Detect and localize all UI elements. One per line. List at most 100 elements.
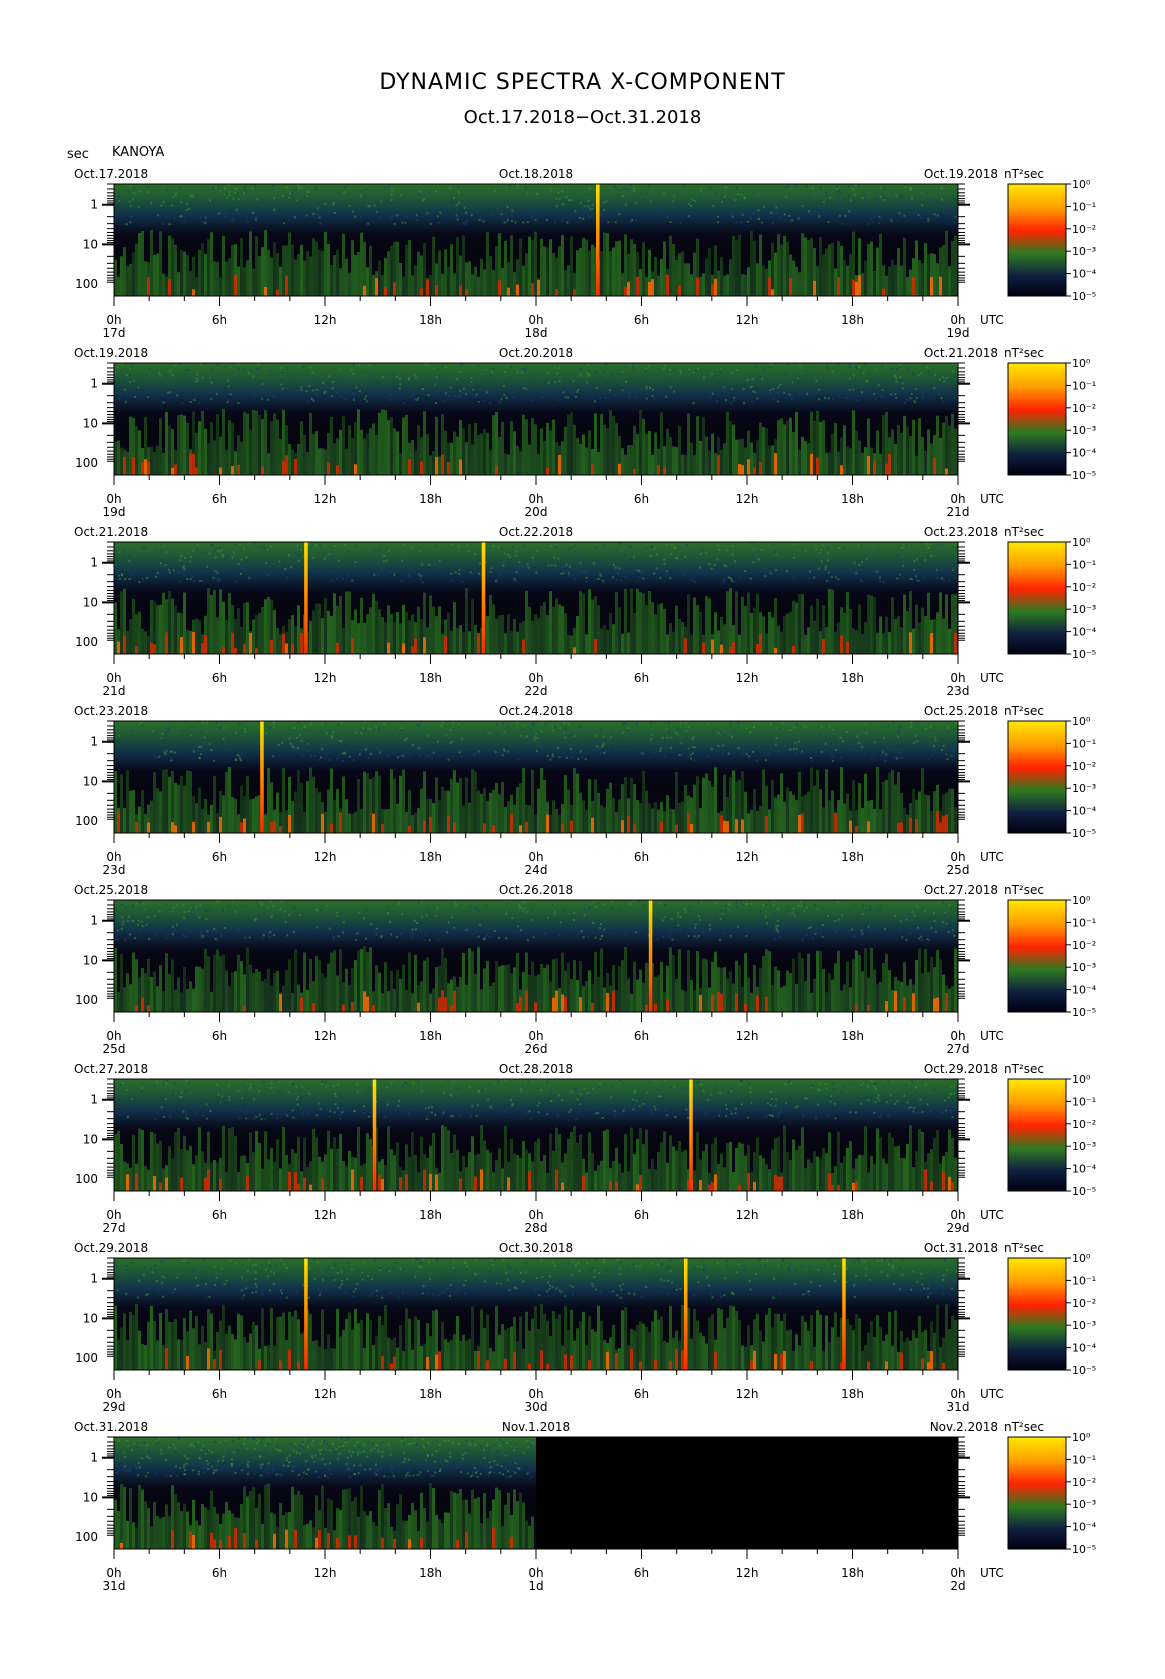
activity-red	[282, 633, 285, 654]
noise-pixel	[502, 385, 505, 388]
noise-pixel	[121, 923, 124, 926]
noise-pixel	[204, 216, 207, 219]
activity-streak	[768, 611, 771, 654]
noise-pixel	[686, 377, 689, 380]
noise-pixel	[831, 398, 834, 401]
noise-pixel	[280, 380, 283, 383]
noise-pixel	[466, 196, 469, 199]
activity-streak	[678, 426, 681, 475]
activity-streak	[894, 265, 897, 296]
noise-pixel	[190, 918, 193, 921]
noise-pixel	[453, 562, 456, 565]
noise-pixel	[727, 752, 730, 755]
noise-pixel	[928, 939, 931, 942]
noise-pixel	[127, 391, 130, 394]
noise-pixel	[817, 734, 820, 737]
activity-streak	[198, 421, 201, 475]
noise-pixel	[752, 381, 755, 384]
noise-pixel	[320, 909, 323, 912]
activity-streak	[537, 453, 540, 475]
noise-pixel	[844, 197, 847, 200]
noise-pixel	[767, 752, 770, 755]
noise-pixel	[535, 209, 538, 212]
noise-pixel	[584, 758, 587, 761]
activity-red	[144, 459, 147, 475]
activity-streak	[777, 625, 780, 654]
noise-pixel	[504, 221, 507, 224]
noise-pixel	[678, 753, 681, 756]
noise-pixel	[883, 198, 886, 201]
noise-pixel	[172, 906, 175, 909]
noise-pixel	[730, 914, 733, 917]
noise-pixel	[319, 756, 322, 759]
activity-streak	[120, 256, 123, 296]
noise-pixel	[221, 553, 224, 556]
noise-pixel	[120, 370, 123, 373]
activity-streak	[519, 451, 522, 475]
noise-pixel	[146, 576, 149, 579]
noise-pixel	[209, 908, 212, 911]
activity-streak	[183, 251, 186, 296]
activity-streak	[117, 440, 120, 475]
activity-streak	[684, 263, 687, 296]
noise-pixel	[232, 197, 235, 200]
activity-red	[519, 825, 522, 833]
activity-streak	[474, 266, 477, 296]
noise-pixel	[756, 397, 759, 400]
activity-streak	[780, 244, 783, 296]
noise-pixel	[486, 933, 489, 936]
noise-pixel	[887, 1080, 890, 1083]
activity-red	[276, 289, 279, 296]
activity-streak	[606, 789, 609, 833]
noise-pixel	[285, 186, 288, 189]
noise-pixel	[743, 743, 746, 746]
noise-pixel	[768, 365, 771, 368]
x-day-label-right: 21d	[947, 505, 970, 519]
panel-date-left: Oct.17.2018	[74, 167, 148, 181]
activity-streak	[189, 270, 192, 296]
noise-pixel	[393, 573, 396, 576]
activity-red	[435, 457, 438, 475]
noise-pixel	[401, 221, 404, 224]
activity-streak	[324, 977, 327, 1012]
noise-pixel	[853, 561, 856, 564]
noise-pixel	[863, 569, 866, 572]
activity-streak	[414, 450, 417, 475]
activity-streak	[654, 432, 657, 475]
activity-streak	[912, 788, 915, 833]
noise-pixel	[550, 919, 553, 922]
noise-pixel	[625, 933, 628, 936]
noise-pixel	[826, 914, 829, 917]
noise-pixel	[862, 197, 865, 200]
noise-pixel	[952, 370, 955, 373]
activity-streak	[315, 787, 318, 833]
noise-pixel	[418, 193, 421, 196]
noise-pixel	[132, 734, 135, 737]
activity-streak	[705, 773, 708, 833]
noise-pixel	[801, 938, 804, 941]
activity-streak	[513, 618, 516, 654]
noise-pixel	[509, 571, 512, 574]
noise-pixel	[122, 376, 125, 379]
activity-streak	[630, 588, 633, 654]
noise-pixel	[907, 383, 910, 386]
noise-pixel	[380, 934, 383, 937]
noise-pixel	[368, 756, 371, 759]
activity-red	[801, 813, 804, 833]
activity-streak	[597, 452, 600, 475]
noise-pixel	[721, 200, 724, 203]
activity-red	[696, 277, 699, 296]
noise-pixel	[811, 1106, 814, 1109]
noise-pixel	[306, 190, 309, 193]
activity-streak	[228, 420, 231, 475]
activity-streak	[564, 775, 567, 833]
noise-pixel	[901, 387, 904, 390]
noise-pixel	[603, 544, 606, 547]
activity-streak	[699, 440, 702, 475]
noise-pixel	[167, 727, 170, 730]
noise-pixel	[716, 544, 719, 547]
noise-pixel	[230, 550, 233, 553]
activity-streak	[420, 619, 423, 654]
noise-pixel	[267, 932, 270, 935]
noise-pixel	[252, 211, 255, 214]
